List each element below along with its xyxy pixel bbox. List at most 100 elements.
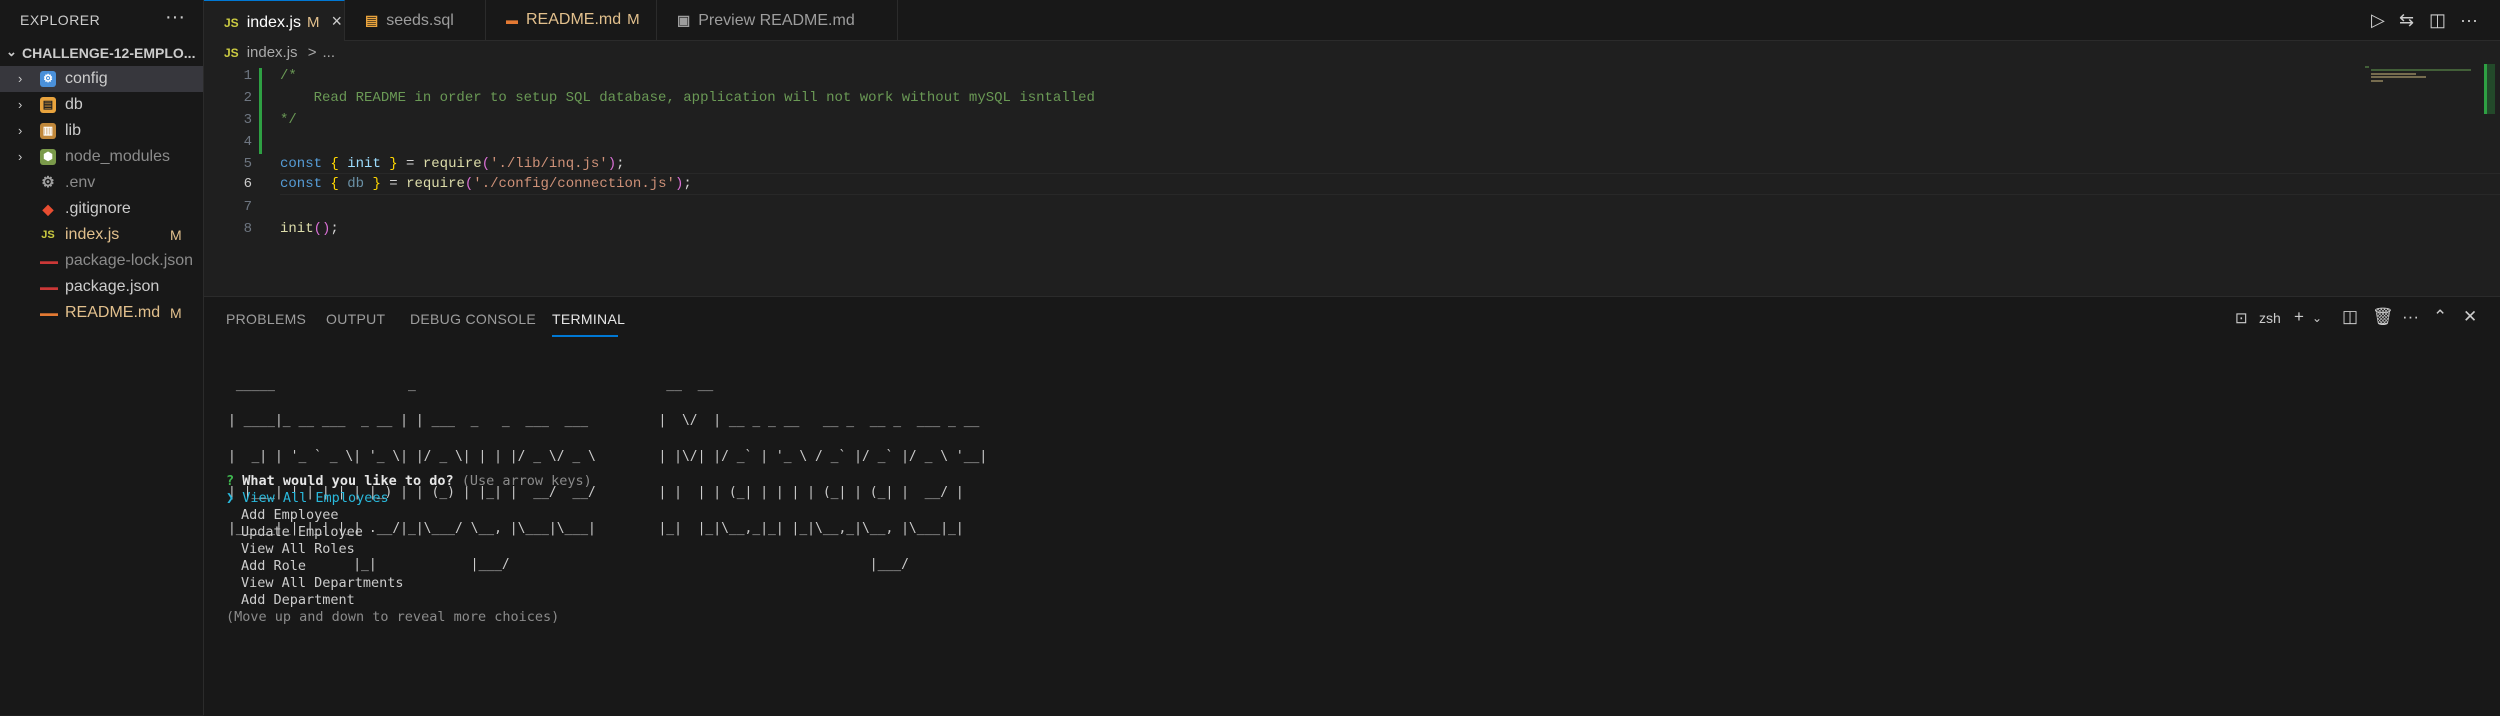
tree-item-gitignore[interactable]: ◆ .gitignore [0,196,203,222]
chevron-right-icon: › [18,123,23,138]
breadcrumb-rest[interactable]: ... [322,44,335,61]
choice-item[interactable]: View All Departments [241,575,404,591]
tab-readme[interactable]: ▬ README.md M [486,0,657,40]
explorer-sidebar: EXPLORER ··· ⌄ CHALLENGE-12-EMPLO... › ⚙… [0,0,204,715]
line-number: 3 [243,112,252,128]
line-number: 4 [243,134,252,150]
node-folder-icon: ⬢ [40,149,56,165]
line-number: 2 [243,90,252,106]
keyword-token: const [280,176,323,192]
function-token: require [422,156,482,172]
breadcrumb-file[interactable]: index.js [247,44,298,61]
code-line-8: init(); [280,221,339,237]
code-line-1: /* [280,68,297,84]
terminal-footer-hint: (Move up and down to reveal more choices… [226,609,560,625]
minimap-line [2365,66,2369,68]
trash-icon[interactable]: 🗑 [2372,307,2394,327]
lib-folder-icon: ▥ [40,123,56,139]
choice-selected[interactable]: ❯ View All Employees [226,490,389,506]
prompt-line: ? What would you like to do? (Use arrow … [226,473,592,489]
tab-preview-readme[interactable]: ▣ Preview README.md [657,0,898,40]
code-editor[interactable]: 1 2 3 4 5 6 7 8 /* Read README in order … [204,64,2500,296]
tree-item-label: package-lock.json [65,252,194,269]
close-icon[interactable]: × [331,11,342,31]
modified-badge: M [627,11,640,28]
tree-item-label: package.json [65,278,160,295]
tree-item-label: lib [65,122,82,139]
active-tab-indicator [552,335,618,337]
line-number: 6 [243,176,252,192]
tab-seeds-sql[interactable]: ▤ seeds.sql [345,0,486,40]
choice-item[interactable]: Update Employee [241,524,363,540]
db-folder-icon: ▤ [40,97,56,113]
tree-item-package-lock[interactable]: ▬▬ package-lock.json [0,248,203,274]
paren-token: ) [607,156,617,172]
gear-icon: ⚙ [41,174,55,191]
prompt-hint: (Use arrow keys) [461,473,592,489]
chevron-right-icon: › [18,149,23,164]
tab-terminal[interactable]: TERMINAL [552,311,625,327]
more-actions-icon[interactable]: ··· [2402,307,2419,327]
explorer-more-icon[interactable]: ··· [165,6,185,29]
choice-item[interactable]: Add Employee [241,507,339,523]
tree-item-label: .env [65,174,96,191]
minimap[interactable] [2365,64,2485,124]
tree-item-index-js[interactable]: JS index.js M [0,222,203,248]
tree-item-package-json[interactable]: ▬▬ package.json [0,274,203,300]
editor-tab-bar: JS index.js M × ▤ seeds.sql ▬ README.md M ▣ Pre… [204,0,2500,41]
choice-label: View All Employees [242,490,389,506]
paren-token: ( [313,221,323,237]
preview-icon: ▣ [677,12,691,28]
line-number: 1 [243,68,252,84]
js-icon: JS [224,16,239,30]
tree-item-node-modules[interactable]: › ⬢ node_modules [0,144,203,170]
ascii-line: _____ _ __ __ [228,377,988,392]
ascii-line: |_| |___/ |___/ [228,557,988,572]
tree-item-readme[interactable]: ▬▬ README.md M [0,300,203,326]
shell-name[interactable]: zsh [2259,310,2281,326]
brace-token: { [330,156,339,172]
tab-output[interactable]: OUTPUT [326,311,385,327]
choice-item[interactable]: Add Role [241,558,306,574]
editor-scrollbar[interactable] [2484,64,2495,114]
run-icon[interactable]: ▷ [2371,10,2385,31]
line-number: 5 [243,156,252,172]
tree-item-db[interactable]: › ▤ db [0,92,203,118]
close-icon[interactable]: ✕ [2463,307,2477,327]
tab-label: Preview README.md [698,12,855,29]
more-actions-icon[interactable]: ··· [2460,10,2478,31]
minimap-line [2371,69,2471,71]
npm-icon: ▬▬ [40,282,58,292]
modified-badge: M [170,305,182,321]
add-terminal-icon[interactable]: + [2294,307,2304,327]
tree-item-label: config [65,70,108,87]
tab-label: seeds.sql [386,12,454,29]
prompt-mark: ? [226,473,235,489]
pointer-icon: ❯ [226,490,235,506]
git-modified-bar [259,68,262,154]
choice-item[interactable]: View All Roles [241,541,355,557]
tree-item-label: db [65,96,83,113]
tree-item-label: README.md [65,304,161,321]
tab-problems[interactable]: PROBLEMS [226,311,306,327]
maximize-panel-icon[interactable]: ⌃ [2433,307,2447,327]
tab-debug-console[interactable]: DEBUG CONSOLE [410,311,536,327]
split-terminal-icon[interactable]: ◫ [2342,307,2358,327]
brace-token: { [330,176,339,192]
tree-item-config[interactable]: › ⚙ config [0,66,203,92]
tree-item-env[interactable]: ⚙ .env [0,170,203,196]
workspace-root-label: CHALLENGE-12-EMPLO... [22,45,196,61]
chevron-down-icon[interactable]: ⌄ [2312,311,2322,325]
keyword-token: const [280,156,323,172]
compare-changes-icon[interactable]: ⇆ [2399,10,2414,31]
tab-label: README.md [526,11,622,28]
split-editor-icon[interactable]: ◫ [2429,10,2446,31]
breadcrumb-separator: > [307,44,317,61]
tab-index-js[interactable]: JS index.js M × [204,0,345,41]
code-line-6: const { db } = require('./config/connect… [280,176,692,192]
workspace-root[interactable]: ⌄ CHALLENGE-12-EMPLO... [0,44,203,66]
choice-item[interactable]: Add Department [241,592,355,608]
function-token: init [280,221,314,237]
identifier-token: init [347,156,381,172]
tree-item-lib[interactable]: › ▥ lib [0,118,203,144]
